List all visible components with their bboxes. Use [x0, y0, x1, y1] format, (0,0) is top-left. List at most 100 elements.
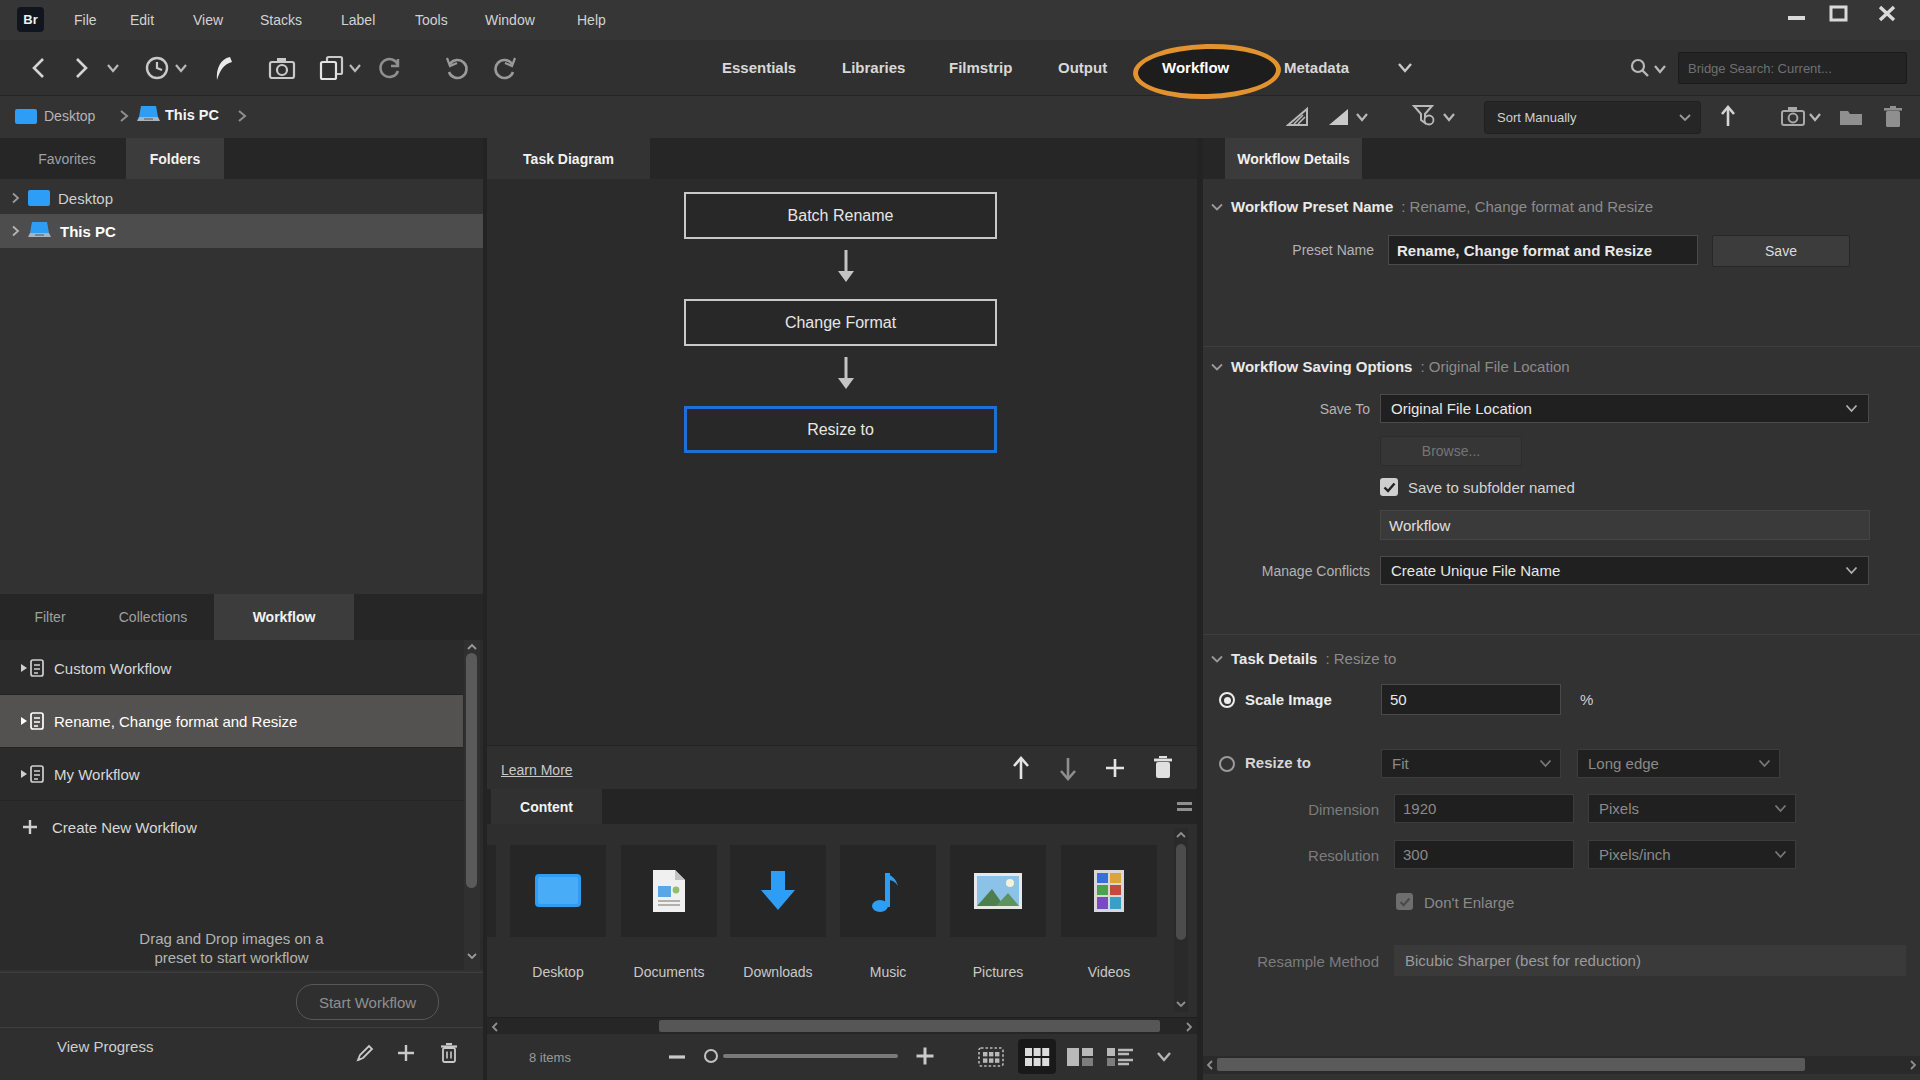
menu-label[interactable]: Label	[341, 12, 375, 28]
node-resize-to[interactable]: Resize to	[684, 406, 997, 453]
manage-conflicts-dropdown[interactable]: Create Unique File Name	[1380, 556, 1869, 585]
minimize-icon[interactable]	[1786, 5, 1808, 25]
new-folder-icon[interactable]	[1838, 106, 1864, 128]
folder-tile-desktop[interactable]	[510, 845, 606, 937]
subfolder-name-input[interactable]	[1380, 510, 1870, 540]
node-change-format[interactable]: Change Format	[684, 299, 997, 346]
dont-enlarge-checkbox[interactable]	[1396, 893, 1413, 910]
folder-tile-pictures[interactable]	[950, 845, 1046, 937]
scroll-up-icon[interactable]	[467, 643, 477, 651]
scroll-left-icon[interactable]	[491, 1022, 499, 1032]
zoom-slider-track[interactable]	[723, 1054, 898, 1058]
zoom-in-icon[interactable]	[915, 1046, 935, 1066]
sort-dropdown[interactable]: Sort Manually	[1484, 101, 1701, 134]
scale-image-radio[interactable]	[1219, 692, 1235, 708]
move-task-up-icon[interactable]	[1011, 754, 1031, 782]
edit-pencil-icon[interactable]	[355, 1043, 375, 1063]
delete-trash-icon[interactable]	[1882, 104, 1904, 130]
folder-tile-music[interactable]	[840, 845, 936, 937]
menu-view[interactable]: View	[193, 12, 223, 28]
workspace-essentials[interactable]: Essentials	[722, 59, 796, 76]
preset-name-section-header[interactable]: Workflow Preset Name : Rename, Change fo…	[1211, 198, 1653, 215]
browse-button[interactable]: Browse...	[1380, 436, 1522, 466]
scroll-down-icon[interactable]	[467, 952, 477, 960]
content-horizontal-scrollbar[interactable]	[487, 1017, 1197, 1035]
tab-workflow[interactable]: Workflow	[214, 594, 354, 640]
section-collapse-icon[interactable]	[1211, 363, 1223, 371]
menu-edit[interactable]: Edit	[130, 12, 154, 28]
content-vertical-scrollbar[interactable]	[1174, 828, 1188, 1012]
scale-percent-input[interactable]	[1381, 684, 1561, 715]
import-camera-icon[interactable]	[1780, 105, 1808, 129]
view-progress-link[interactable]: View Progress	[57, 1038, 153, 1055]
scroll-thumb[interactable]	[466, 653, 477, 888]
scroll-left-icon[interactable]	[1206, 1060, 1214, 1070]
add-task-icon[interactable]	[1104, 757, 1126, 779]
save-subfolder-checkbox[interactable]	[1380, 478, 1398, 496]
menu-window[interactable]: Window	[485, 12, 535, 28]
tab-task-diagram[interactable]: Task Diagram	[487, 138, 650, 179]
save-to-dropdown[interactable]: Original File Location	[1380, 394, 1869, 423]
workspace-output[interactable]: Output	[1058, 59, 1107, 76]
sort-direction-icon[interactable]	[1718, 104, 1738, 130]
menu-stacks[interactable]: Stacks	[260, 12, 302, 28]
folder-tile-downloads[interactable]	[730, 845, 826, 937]
close-icon[interactable]	[1876, 4, 1898, 24]
tree-item-desktop[interactable]: Desktop	[0, 182, 483, 214]
preset-list-scrollbar[interactable]	[464, 640, 480, 970]
tab-filter[interactable]: Filter	[8, 594, 92, 640]
dimension-input[interactable]	[1394, 794, 1574, 823]
scroll-up-icon[interactable]	[1176, 831, 1186, 839]
resolution-unit-dropdown[interactable]: Pixels/inch	[1588, 840, 1796, 869]
workspace-libraries[interactable]: Libraries	[842, 59, 905, 76]
start-workflow-button[interactable]: Start Workflow	[296, 984, 439, 1020]
sort-rating-icon[interactable]	[1327, 106, 1351, 128]
saving-options-section-header[interactable]: Workflow Saving Options : Original File …	[1211, 358, 1570, 375]
scroll-thumb[interactable]	[1217, 1058, 1805, 1071]
preset-name-input[interactable]	[1388, 235, 1698, 265]
preset-my-workflow[interactable]: My Workflow	[0, 748, 463, 801]
right-horizontal-scrollbar[interactable]	[1203, 1056, 1920, 1074]
filter-funnel-icon[interactable]	[1412, 104, 1438, 130]
panel-menu-icon[interactable]	[1177, 801, 1193, 813]
view-grid-lock-icon[interactable]	[978, 1047, 1004, 1067]
rating-dropdown-icon[interactable]	[1355, 112, 1369, 122]
preset-rename-change-resize[interactable]: Rename, Change format and Resize	[0, 695, 463, 748]
import-dropdown-icon[interactable]	[1808, 112, 1822, 122]
tab-folders[interactable]: Folders	[126, 138, 224, 179]
view-thumbnails-button-active[interactable]	[1018, 1039, 1056, 1074]
scroll-right-icon[interactable]	[1185, 1022, 1193, 1032]
add-workflow-icon[interactable]	[397, 1044, 415, 1062]
expand-arrow-icon[interactable]	[11, 225, 20, 237]
dimension-unit-dropdown[interactable]: Pixels	[1588, 794, 1796, 823]
task-details-section-header[interactable]: Task Details : Resize to	[1211, 650, 1396, 667]
view-options-chevron-icon[interactable]	[1155, 1051, 1173, 1063]
learn-more-link[interactable]: Learn More	[501, 762, 573, 778]
scroll-right-icon[interactable]	[1909, 1060, 1917, 1070]
workspace-filmstrip[interactable]: Filmstrip	[949, 59, 1012, 76]
scroll-thumb[interactable]	[1176, 844, 1186, 940]
delete-workflow-icon[interactable]	[440, 1042, 458, 1064]
move-task-down-icon[interactable]	[1058, 754, 1078, 782]
expand-arrow-icon[interactable]	[11, 192, 20, 204]
menu-help[interactable]: Help	[577, 12, 606, 28]
tree-item-this-pc[interactable]: This PC	[0, 214, 483, 248]
menu-tools[interactable]: Tools	[415, 12, 448, 28]
view-details-icon[interactable]	[1066, 1047, 1094, 1067]
save-preset-button[interactable]: Save	[1712, 235, 1850, 267]
folder-tile-documents[interactable]	[621, 845, 717, 937]
filter-rating-icon[interactable]	[1286, 106, 1310, 128]
edge-dropdown[interactable]: Long edge	[1577, 749, 1780, 778]
resolution-input[interactable]	[1394, 840, 1574, 869]
workspace-workflow[interactable]: Workflow	[1162, 59, 1229, 76]
folder-tile-videos[interactable]	[1061, 845, 1157, 937]
scroll-down-icon[interactable]	[1176, 1000, 1186, 1008]
zoom-out-icon[interactable]	[668, 1054, 686, 1060]
scroll-thumb[interactable]	[659, 1020, 1160, 1032]
zoom-slider-knob[interactable]	[704, 1049, 718, 1063]
workspace-more-icon[interactable]	[1396, 62, 1414, 74]
maximize-icon[interactable]	[1828, 4, 1850, 24]
tab-favorites[interactable]: Favorites	[8, 138, 126, 179]
create-new-workflow-button[interactable]: Create New Workflow	[0, 801, 463, 853]
preset-custom-workflow[interactable]: Custom Workflow	[0, 642, 463, 695]
